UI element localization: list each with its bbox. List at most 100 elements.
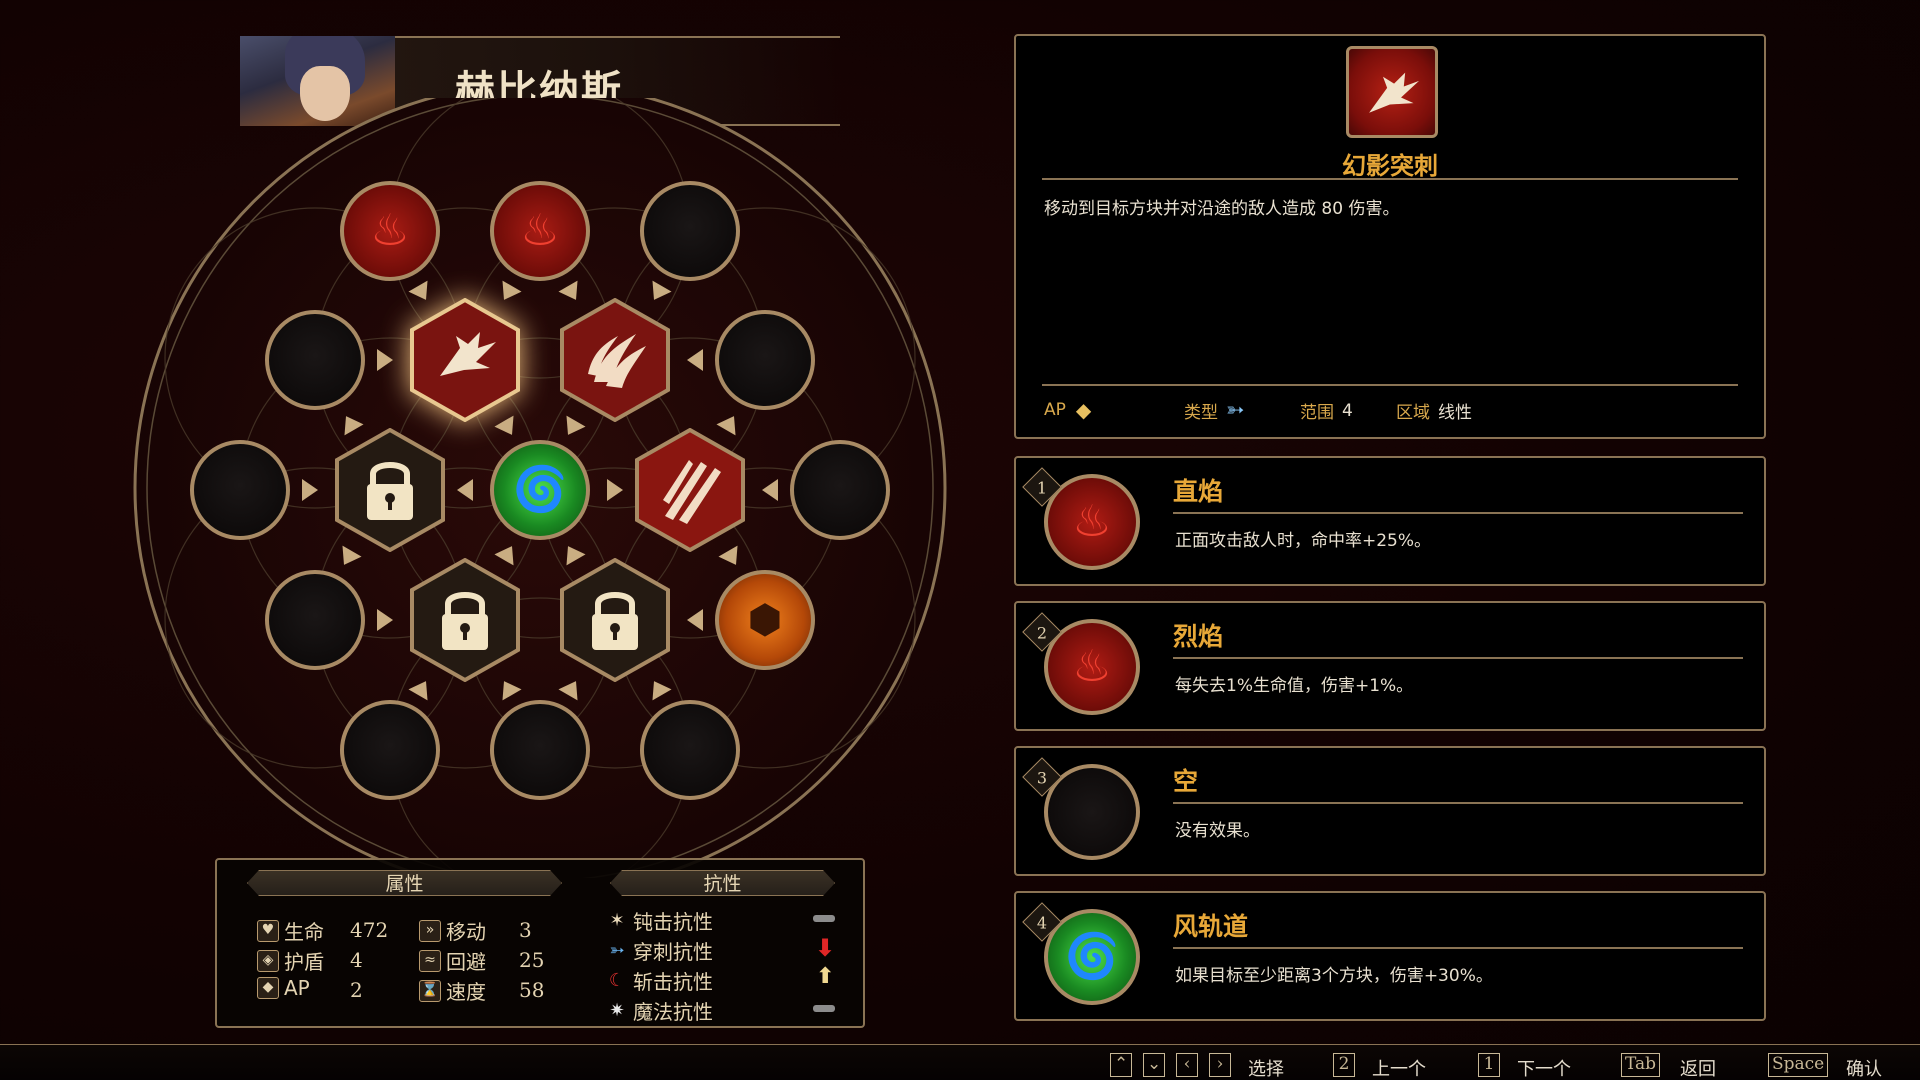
rune-description: 没有效果。: [1175, 821, 1260, 841]
skill-node-locked[interactable]: [560, 557, 670, 683]
select-hint: 选择: [1248, 1059, 1284, 1080]
divider: [1173, 657, 1743, 659]
skill-node-empty[interactable]: [265, 570, 365, 670]
move-icon: »: [419, 919, 441, 942]
rock-icon: ⬢: [747, 597, 783, 643]
rune-title: 直焰: [1173, 477, 1224, 506]
skill-node-empty[interactable]: [640, 700, 740, 800]
connector-arrow-icon: [687, 349, 703, 371]
stat-speed: ⌛ 速度: [419, 976, 486, 1005]
rune-slot-1[interactable]: ♨ 1 直焰 正面攻击敌人时，命中率+25%。: [1014, 456, 1766, 586]
prev-key[interactable]: 2: [1333, 1053, 1355, 1077]
pierce-icon: ➳: [609, 940, 625, 961]
fire-icon: ♨: [520, 205, 560, 256]
stat-ap: ◆ AP: [257, 976, 310, 1000]
skill-node-empty[interactable]: [190, 440, 290, 540]
confirm-hint: 确认: [1846, 1059, 1882, 1080]
skill-title: 幻影突刺: [1342, 152, 1438, 180]
next-hint: 下一个: [1517, 1059, 1571, 1080]
resist-neutral-indicator: [813, 915, 835, 922]
resist-neutral-indicator: [813, 1005, 835, 1012]
fire-icon: ♨: [370, 205, 410, 256]
next-key[interactable]: 1: [1478, 1053, 1500, 1077]
stat-shield: ◈ 护盾: [257, 946, 324, 975]
stat-evade: ≈ 回避: [419, 946, 486, 975]
skill-node-empty[interactable]: [790, 440, 890, 540]
connector-arrow-icon: [302, 479, 318, 501]
connector-arrow-icon: [687, 609, 703, 631]
slot-number: 1: [1022, 467, 1062, 507]
stat-move-value: 3: [519, 918, 532, 942]
back-key[interactable]: Tab: [1621, 1053, 1661, 1077]
attributes-tab: 属性: [247, 870, 562, 896]
ap-icon: ◆: [257, 977, 279, 999]
right-key-icon: ›: [1209, 1053, 1231, 1077]
stat-hp: ♥ 生命: [257, 916, 324, 945]
stat-speed-value: 58: [519, 978, 545, 1002]
shield-icon: ◈: [257, 949, 279, 972]
left-key-icon: ‹: [1176, 1053, 1198, 1077]
skill-node-slash[interactable]: [635, 427, 745, 553]
control-hint-bar: ⌃ ⌄ ‹ › 选择 2 上一个 1 下一个 Tab 返回 Space 确认: [0, 1044, 1920, 1080]
resist-up-arrow-icon: ⬆: [816, 964, 835, 989]
skill-node-fire-2[interactable]: ♨: [490, 181, 590, 281]
connector-arrow-icon: [762, 479, 778, 501]
skill-node-wind[interactable]: 🌀: [490, 440, 590, 540]
blunt-icon: ✶: [609, 910, 625, 931]
rune-title: 空: [1173, 767, 1199, 796]
prev-hint: 上一个: [1372, 1059, 1426, 1080]
divider: [1173, 512, 1743, 514]
skill-node-empty[interactable]: [490, 700, 590, 800]
resist-pierce: ➳ 穿刺抗性: [605, 936, 713, 965]
slot-number: 2: [1022, 612, 1062, 652]
skill-type: 类型 ➳: [1184, 398, 1245, 423]
magic-icon: ✷: [609, 1000, 625, 1021]
down-key-icon: ⌄: [1143, 1053, 1166, 1077]
divider: [1042, 178, 1738, 180]
up-key-icon: ⌃: [1110, 1053, 1133, 1077]
slot-number: 4: [1022, 902, 1062, 942]
rune-slot-4[interactable]: 🌀 4 风轨道 如果目标至少距离3个方块，伤害+30%。: [1014, 891, 1766, 1021]
skill-detail-panel: 幻影突刺 移动到目标方块并对沿途的敌人造成 80 伤害。 AP ◆ 类型 ➳ 范…: [1014, 34, 1766, 439]
evade-icon: ≈: [419, 949, 441, 972]
skill-node-empty[interactable]: [715, 310, 815, 410]
character-stats-panel: 属性 抗性 ♥ 生命 472 ◈ 护盾 4 ◆ AP 2 » 移动 3 ≈ 回避…: [215, 858, 865, 1028]
slash-icon: ☾: [608, 970, 626, 991]
skill-node-locked[interactable]: [410, 557, 520, 683]
skill-node-phantom-thrust[interactable]: [410, 297, 520, 423]
pierce-type-icon: ➳: [1226, 398, 1245, 423]
rune-description: 正面攻击敌人时，命中率+25%。: [1175, 531, 1432, 551]
hourglass-icon: ⌛: [419, 979, 441, 1002]
phantom-thrust-icon: [1346, 46, 1438, 138]
rune-title: 烈焰: [1173, 622, 1224, 651]
skill-wheel: ♨ ♨ 🌀 ⬢: [130, 98, 950, 878]
stat-move: » 移动: [419, 916, 486, 945]
resist-magic: ✷ 魔法抗性: [605, 996, 713, 1025]
skill-node-earth[interactable]: ⬢: [715, 570, 815, 670]
rune-description: 如果目标至少距离3个方块，伤害+30%。: [1175, 966, 1493, 986]
skill-node-empty[interactable]: [340, 700, 440, 800]
stat-hp-value: 472: [350, 918, 389, 942]
resist-blunt: ✶ 钝击抗性: [605, 906, 713, 935]
skill-node-flame-claw[interactable]: [560, 297, 670, 423]
rune-title: 风轨道: [1173, 912, 1249, 941]
rune-description: 每失去1%生命值，伤害+1%。: [1175, 676, 1414, 696]
divider: [1173, 802, 1743, 804]
skill-area: 区域 线性: [1396, 403, 1472, 423]
skill-node-locked[interactable]: [335, 427, 445, 553]
back-hint: 返回: [1680, 1059, 1716, 1080]
rune-slot-2[interactable]: ♨ 2 烈焰 每失去1%生命值，伤害+1%。: [1014, 601, 1766, 731]
resist-slash: ☾ 斩击抗性: [605, 966, 713, 995]
skill-node-empty[interactable]: [640, 181, 740, 281]
skill-range: 范围 4: [1300, 400, 1353, 424]
resistances-tab: 抗性: [610, 870, 835, 896]
skill-description: 移动到目标方块并对沿途的敌人造成 80 伤害。: [1044, 199, 1400, 219]
rune-slot-3[interactable]: 3 空 没有效果。: [1014, 746, 1766, 876]
divider: [1042, 384, 1738, 386]
confirm-key[interactable]: Space: [1768, 1053, 1829, 1077]
skill-ap-cost: AP ◆: [1044, 398, 1092, 422]
heart-icon: ♥: [257, 919, 279, 942]
skill-node-empty[interactable]: [265, 310, 365, 410]
skill-node-fire-1[interactable]: ♨: [340, 181, 440, 281]
resist-down-arrow-icon: ⬇: [815, 934, 836, 962]
